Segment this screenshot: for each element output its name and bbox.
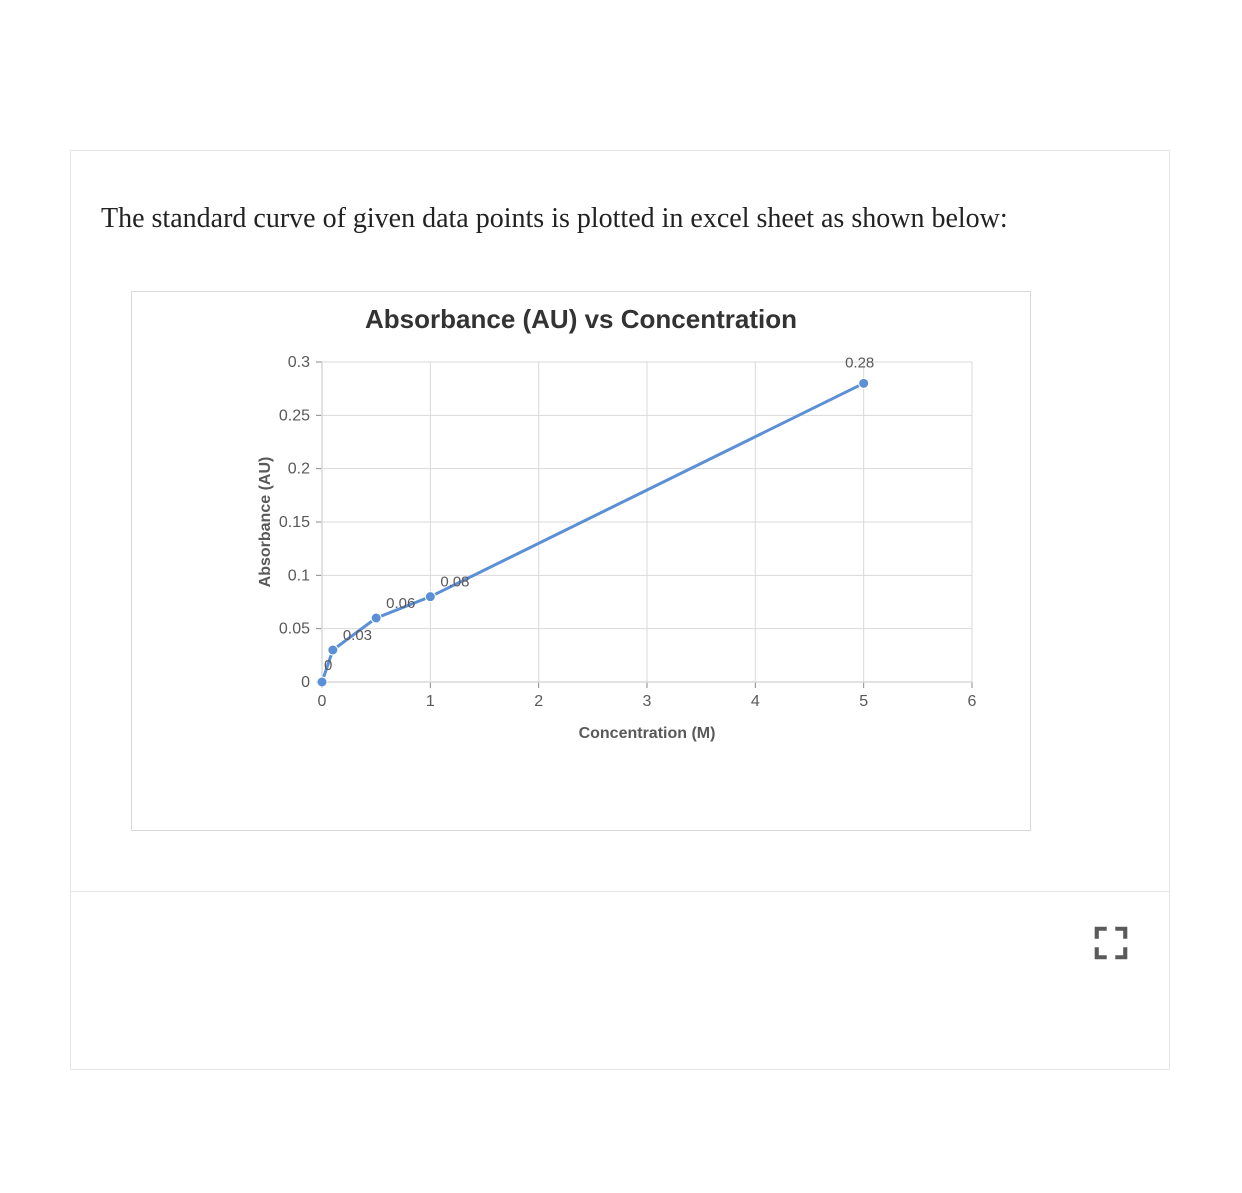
svg-text:0: 0 bbox=[301, 674, 310, 691]
content-card: The standard curve of given data points … bbox=[70, 150, 1170, 1070]
caption-text: The standard curve of given data points … bbox=[101, 199, 1008, 238]
svg-text:0: 0 bbox=[318, 693, 327, 710]
chart-title: Absorbance (AU) vs Concentration bbox=[132, 304, 1030, 335]
svg-text:0.06: 0.06 bbox=[386, 595, 415, 612]
fullscreen-button[interactable] bbox=[1089, 921, 1133, 965]
svg-text:6: 6 bbox=[968, 693, 977, 710]
svg-text:0: 0 bbox=[324, 657, 332, 674]
svg-text:5: 5 bbox=[859, 693, 868, 710]
svg-text:1: 1 bbox=[426, 693, 435, 710]
svg-text:2: 2 bbox=[534, 693, 543, 710]
svg-text:Concentration (M): Concentration (M) bbox=[579, 725, 716, 742]
svg-text:3: 3 bbox=[643, 693, 652, 710]
svg-text:0.03: 0.03 bbox=[343, 627, 372, 644]
svg-text:0.2: 0.2 bbox=[288, 461, 310, 478]
svg-text:0.3: 0.3 bbox=[288, 354, 310, 371]
separator bbox=[71, 891, 1169, 892]
page: The standard curve of given data points … bbox=[0, 0, 1242, 1193]
chart-container: Absorbance (AU) vs Concentration 0 1 2 3 4 5 6… bbox=[131, 291, 1031, 831]
svg-text:4: 4 bbox=[751, 693, 760, 710]
chart-svg: 0 1 2 3 4 5 6 0 0.05 0.1 0.15 0.2 0.25 0.3 0 0.03 0.06 0.… bbox=[252, 352, 992, 772]
fullscreen-icon bbox=[1092, 924, 1130, 962]
svg-text:0.08: 0.08 bbox=[440, 574, 469, 591]
svg-text:0.28: 0.28 bbox=[845, 354, 874, 371]
chart-plot-area: 0 1 2 3 4 5 6 0 0.05 0.1 0.15 0.2 0.25 0.3 0 0.03 0.06 0.… bbox=[252, 352, 992, 722]
svg-text:0.15: 0.15 bbox=[279, 514, 310, 531]
svg-text:0.1: 0.1 bbox=[288, 567, 310, 584]
svg-text:Absorbance (AU): Absorbance (AU) bbox=[257, 457, 274, 588]
svg-text:0.25: 0.25 bbox=[279, 407, 310, 424]
svg-text:0.05: 0.05 bbox=[279, 621, 310, 638]
